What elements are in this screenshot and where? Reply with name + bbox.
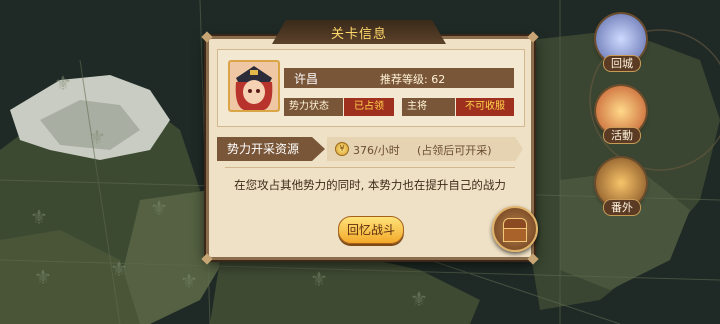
faction-status-label: 势力状态 [284,98,343,116]
resource-note: (占领后可开采) [417,144,492,157]
dialog-title: 关卡信息 [330,26,387,42]
treasure-chest-button[interactable] [492,206,538,252]
faction-emblem-icon[interactable]: ⚜ [100,256,138,282]
resource-coin-icon: ¥ [335,142,349,156]
stat-row: 势力状态 已占领 主将 不可收服 [284,98,514,116]
treasure-chest-body [503,228,527,242]
recommended-level: 推荐等级: 62 [380,73,446,86]
general-label: 主将 [402,98,455,116]
extra-label: 番外 [603,199,641,216]
faction-emblem-icon[interactable]: ⚜ [24,264,62,290]
faction-status-value: 已占领 [344,98,394,116]
faction-emblem-icon[interactable]: ⚜ [20,204,58,230]
faction-emblem-icon[interactable]: ⚜ [140,195,178,221]
return-city-label: 回城 [603,55,641,72]
faction-emblem-icon[interactable]: ⚜ [44,70,82,96]
faction-emblem-icon[interactable]: ⚜ [300,266,338,292]
stage-description: 在您攻占其他势力的同时, 本势力也在提升自己的战力 [234,178,506,192]
city-name: 许昌 [294,72,319,86]
divider [225,167,515,168]
faction-emblem-icon[interactable]: ⚜ [170,268,208,294]
city-name-bar: 许昌 推荐等级: 62 [284,68,514,88]
city-info-card: 许昌 推荐等级: 62 势力状态 已占领 主将 不可收服 [217,49,525,127]
faction-emblem-icon[interactable]: ⚜ [400,286,438,312]
extra-button[interactable]: 番外 [590,154,654,218]
recharge-label: 活動 [603,127,641,144]
faction-emblem-icon[interactable]: ⚜ [78,124,116,150]
stage-info-dialog: 许昌 推荐等级: 62 势力状态 已占领 主将 不可收服 势力开采资源 ¥ 37… [201,31,539,265]
recall-battle-button[interactable]: 回忆战斗 [338,216,404,244]
resource-label: 势力开采资源 [217,137,325,161]
resource-value-bar: ¥ 376/小时 (占领后可开采) [327,137,523,161]
resource-amount: 376/小时 [353,144,400,157]
return-city-button[interactable]: 回城 [590,10,654,74]
general-portrait [228,60,280,112]
general-value: 不可收服 [456,98,514,116]
resource-row: 势力开采资源 ¥ 376/小时 (占领后可开采) [217,137,523,161]
recharge-button[interactable]: 活動 [590,82,654,146]
general-portrait-art [230,62,278,110]
dialog-title-bar: 关卡信息 [272,20,446,44]
